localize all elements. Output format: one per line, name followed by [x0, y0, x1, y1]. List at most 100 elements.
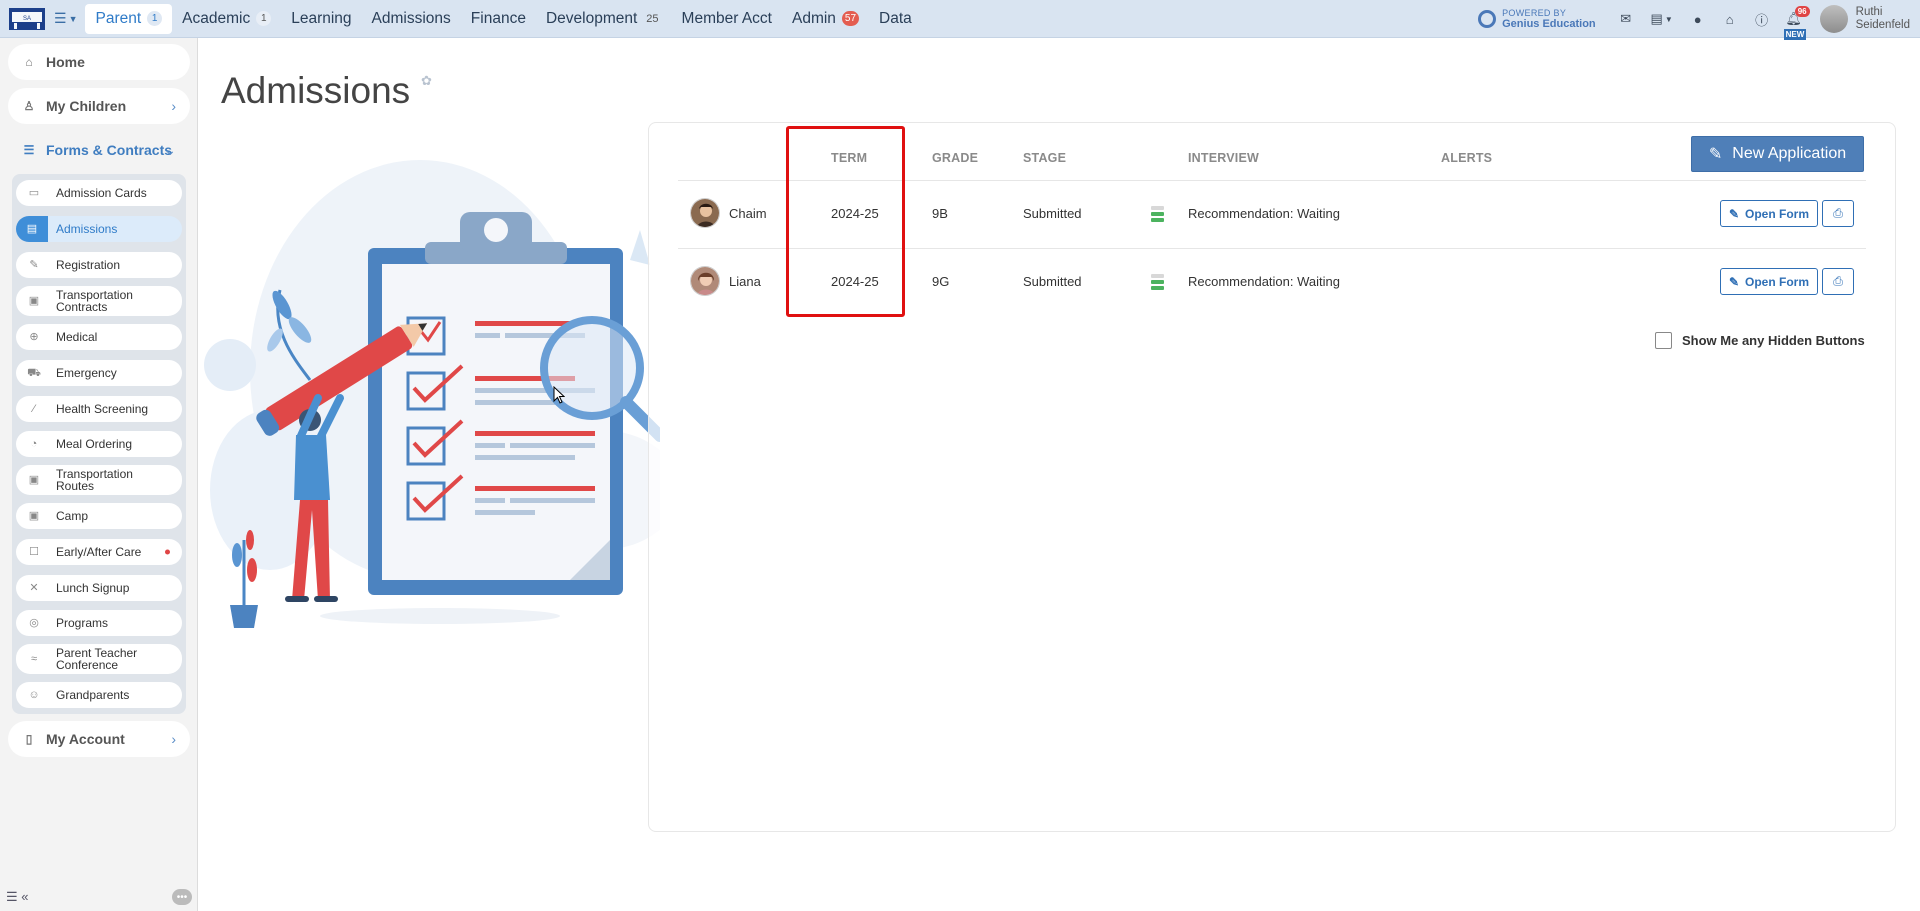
list-icon: ☰: [23, 143, 35, 157]
menu-toggle-button[interactable]: ☰ ▼: [54, 10, 77, 27]
user-menu[interactable]: Ruthi Seidenfeld: [1819, 5, 1910, 33]
chevron-down-icon: ⌄: [164, 141, 176, 158]
admissions-illustration: [204, 160, 660, 628]
submenu-item-transportation-routes[interactable]: ▣ Transportation Routes: [16, 465, 182, 495]
nav-data[interactable]: Data: [869, 4, 922, 34]
chat-icon[interactable]: ●: [1682, 4, 1714, 34]
nav-count-badge: 1: [147, 11, 163, 26]
user-last-name: Seidenfeld: [1855, 19, 1910, 31]
submenu-item-meal-ordering[interactable]: ◔ Meal Ordering: [16, 431, 182, 457]
nav-admissions[interactable]: Admissions: [362, 4, 461, 34]
nav-label: Learning: [291, 9, 352, 27]
nav-development[interactable]: Development 25: [536, 4, 672, 34]
submenu-item-health-screening[interactable]: ⁄ Health Screening: [16, 396, 182, 422]
submenu-label: Camp: [56, 509, 89, 523]
nav-label: Academic: [182, 9, 251, 27]
page-title: Admissions: [221, 70, 411, 111]
printer-icon: ⎙: [1833, 206, 1843, 220]
submenu-label: Meal Ordering: [56, 437, 133, 451]
child-icon: ♙: [23, 99, 35, 113]
show-hidden-buttons-toggle[interactable]: Show Me any Hidden Buttons: [1655, 332, 1865, 349]
nav-parent[interactable]: Parent 1: [85, 3, 173, 34]
interview-value: Recommendation: Waiting: [1188, 274, 1340, 289]
sidebar-item-forms-contracts[interactable]: ☰ Forms & Contracts ⌄: [8, 132, 190, 168]
print-button[interactable]: ⎙: [1822, 200, 1854, 227]
submenu-item-transportation-contracts[interactable]: ▣ Transportation Contracts: [16, 286, 182, 316]
sidebar-item-my-children[interactable]: ♙ My Children ›: [8, 88, 190, 124]
sidebar-footer: ☰ « •••: [0, 883, 198, 911]
submenu-label: Parent Teacher Conference: [56, 646, 138, 672]
nav-admin[interactable]: Admin 57: [782, 4, 869, 34]
chevron-right-icon: ›: [171, 98, 176, 114]
chevron-right-icon: ›: [171, 731, 176, 747]
pencil-icon: ✎: [1728, 206, 1740, 221]
new-tag: NEW: [1783, 29, 1807, 40]
submenu-item-parent-teacher-conference[interactable]: ≈ Parent Teacher Conference: [16, 644, 182, 674]
programs-icon: ◎: [29, 617, 39, 629]
new-application-button[interactable]: ✎ New Application: [1691, 136, 1864, 172]
nav-learning[interactable]: Learning: [281, 4, 361, 34]
nav-label: Data: [879, 9, 912, 27]
submenu-item-lunch-signup[interactable]: ✕ Lunch Signup: [16, 575, 182, 601]
open-form-button[interactable]: ✎ Open Form: [1720, 268, 1818, 295]
top-right-tools: POWERED BY Genius Education ✉ ▤ ▼ ● ⌂ ⓘ 🔔…: [1478, 0, 1920, 40]
submenu-item-early-after-care[interactable]: ☐ Early/After Care: [16, 539, 182, 565]
grandparents-icon: ☺: [28, 689, 40, 701]
forms-submenu: ▭ Admission Cards ▤ Admissions ✎ Registrati…: [12, 174, 186, 714]
school-building-icon[interactable]: ⌂: [1714, 4, 1746, 34]
grade-value: 9B: [932, 206, 948, 221]
nav-academic[interactable]: Academic 1: [172, 4, 281, 34]
submenu-label: Grandparents: [56, 688, 130, 702]
stage-value: Submitted: [1023, 274, 1082, 289]
submenu-item-admission-cards[interactable]: ▭ Admission Cards: [16, 180, 182, 206]
sidebar-item-my-account[interactable]: ▯ My Account ›: [8, 721, 190, 757]
button-label: Open Form: [1745, 206, 1810, 221]
bus-icon: ▣: [28, 510, 40, 522]
school-logo[interactable]: SA: [6, 4, 48, 34]
submenu-item-emergency[interactable]: ⛟ Emergency: [16, 360, 182, 386]
svg-text:SA: SA: [23, 16, 31, 22]
submenu-item-programs[interactable]: ◎ Programs: [16, 610, 182, 636]
submenu-item-camp[interactable]: ▣ Camp: [16, 503, 182, 529]
settings-gear-icon[interactable]: ✿: [421, 73, 435, 88]
submenu-item-admissions[interactable]: ▤ Admissions: [16, 216, 182, 242]
open-form-button[interactable]: ✎ Open Form: [1720, 200, 1818, 227]
admissions-card: [648, 122, 1896, 832]
meal-icon: ◔: [30, 438, 38, 450]
powered-by[interactable]: POWERED BY Genius Education: [1478, 8, 1596, 30]
ambulance-icon: ⛟: [27, 367, 41, 379]
checkbox-label: Show Me any Hidden Buttons: [1682, 333, 1865, 348]
grade-value: 9G: [932, 274, 950, 289]
term-value: 2024-25: [831, 206, 879, 221]
nav-label: Finance: [470, 9, 526, 27]
nav-count-badge: 57: [841, 11, 860, 26]
bell-icon[interactable]: 🔔︎ 96 NEW: [1778, 4, 1810, 40]
stage-progress-icon: [1151, 274, 1164, 290]
collapse-sidebar-icon[interactable]: ☰ «: [6, 889, 29, 905]
submenu-label: Transportation Contracts: [56, 288, 133, 314]
submenu-label: Emergency: [56, 366, 117, 380]
nav-count-badge: 25: [646, 12, 659, 25]
submenu-item-registration[interactable]: ✎ Registration: [16, 252, 182, 278]
button-label: Open Form: [1745, 274, 1810, 289]
column-header-interview: INTERVIEW: [1188, 151, 1260, 165]
term-value: 2024-25: [831, 274, 879, 289]
main-nav: Parent 1 Academic 1 Learning Admissions Fi…: [85, 0, 921, 38]
submenu-label: Transportation Routes: [56, 467, 133, 493]
handshake-icon: ≈: [30, 653, 38, 665]
help-icon[interactable]: ⓘ: [1746, 4, 1778, 34]
print-button[interactable]: ⎙: [1822, 268, 1854, 295]
documents-dropdown-icon[interactable]: ▤ ▼: [1642, 4, 1682, 34]
sidebar-item-home[interactable]: ⌂ Home: [8, 44, 190, 80]
column-header-alerts: ALERTS: [1441, 151, 1493, 165]
nav-finance[interactable]: Finance: [461, 4, 536, 34]
stage-value: Submitted: [1023, 206, 1082, 221]
more-options-icon[interactable]: •••: [172, 889, 192, 905]
nav-member-acct[interactable]: Member Acct: [672, 4, 782, 34]
show-hidden-checkbox[interactable]: [1655, 332, 1672, 349]
mail-icon[interactable]: ✉: [1610, 4, 1642, 34]
care-icon: ☐: [29, 546, 39, 558]
submenu-label: Admissions: [56, 222, 118, 236]
submenu-item-grandparents[interactable]: ☺ Grandparents: [16, 682, 182, 708]
submenu-item-medical[interactable]: ⊕ Medical: [16, 324, 182, 350]
